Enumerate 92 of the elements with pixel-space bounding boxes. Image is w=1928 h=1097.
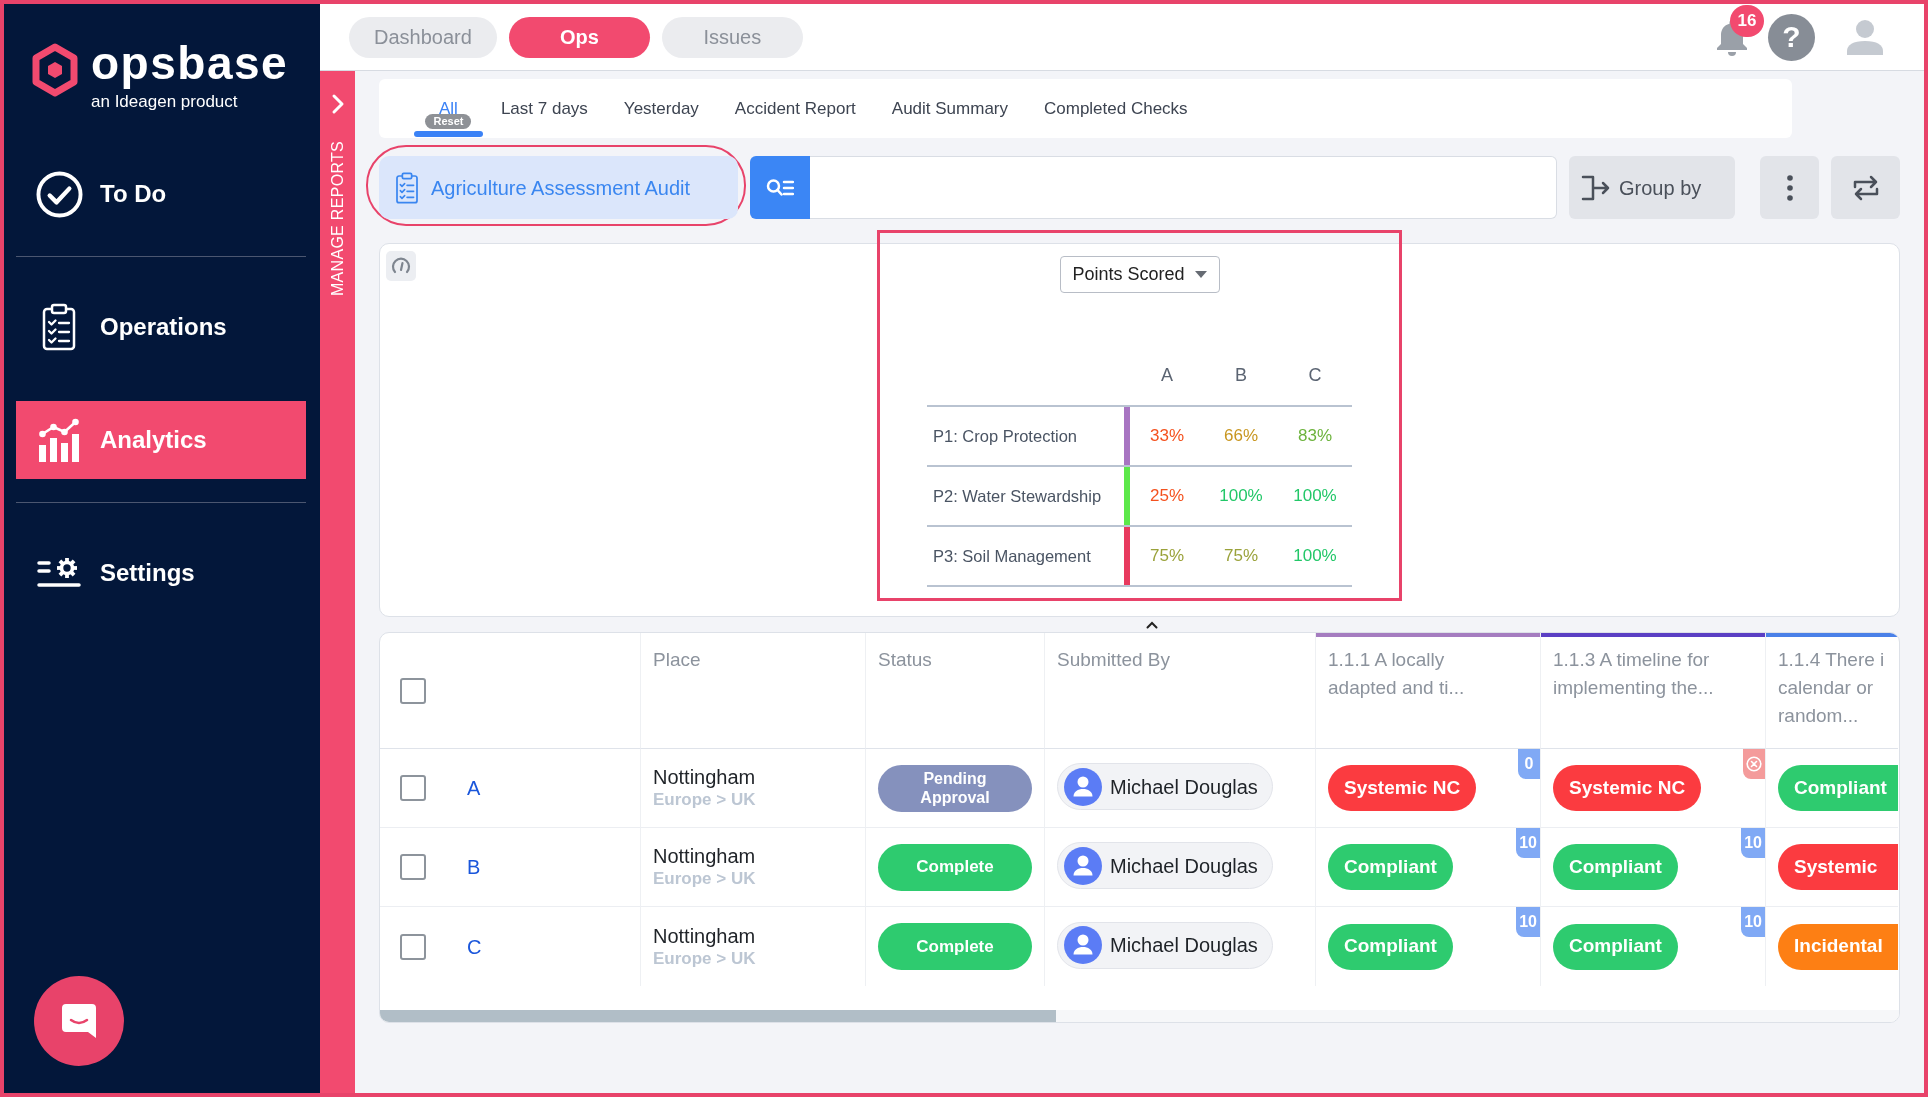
column-header: Status — [866, 633, 1045, 749]
chevron-right-icon[interactable] — [330, 93, 345, 115]
column-label: A — [1130, 345, 1204, 406]
status-badge: Complete — [878, 843, 1032, 891]
column-header: 1.1.4 There i calendar or random... — [1766, 633, 1898, 749]
score-value: 100% — [1204, 466, 1278, 526]
nav-item[interactable]: Operations — [16, 288, 306, 366]
answer-badge: Compliant — [1778, 765, 1898, 811]
place-name: Nottingham — [653, 923, 757, 948]
score-value: 25% — [1130, 466, 1204, 526]
row-checkbox[interactable] — [400, 775, 426, 801]
record-link[interactable]: A — [467, 773, 481, 803]
answer-badge: Systemic NC — [1328, 765, 1477, 811]
kebab-menu-icon — [1786, 174, 1793, 201]
bar-chart-icon — [37, 418, 81, 462]
gauge-icon[interactable] — [386, 251, 416, 281]
nav-item[interactable]: Analytics — [16, 401, 306, 479]
caret-down-icon — [1194, 271, 1207, 278]
user-name: Michael Douglas — [1110, 933, 1258, 959]
check-circle-icon — [35, 170, 83, 218]
swap-arrows-icon — [1851, 174, 1880, 201]
close-circle-icon — [1746, 756, 1762, 772]
record-link[interactable]: C — [467, 931, 482, 962]
count-flag: 10 — [1516, 828, 1540, 858]
answer-badge: Systemic — [1778, 844, 1898, 890]
score-value: 75% — [1130, 526, 1204, 586]
count-flag: 10 — [1741, 907, 1765, 937]
status-badge: Pending Approval — [878, 764, 1032, 812]
place-name: Nottingham — [653, 765, 757, 789]
score-value: 75% — [1204, 526, 1278, 586]
column-header: 1.1.3 A timeline for implementing the... — [1541, 633, 1766, 749]
status-badge: Complete — [878, 923, 1032, 970]
count-flag: 0 — [1518, 749, 1540, 779]
score-value: 100% — [1278, 466, 1352, 526]
scrollbar-thumb[interactable] — [380, 1010, 1056, 1022]
record-link[interactable]: B — [467, 852, 481, 882]
answer-badge: Systemic NC — [1553, 765, 1702, 811]
row-checkbox[interactable] — [400, 933, 426, 960]
settings-icon — [37, 558, 81, 588]
place-path: Europe > UK — [653, 868, 757, 890]
search-button[interactable] — [750, 156, 810, 219]
select-all-checkbox[interactable] — [400, 677, 426, 704]
column-header: 1.1.1 A locally adapted and ti... — [1316, 633, 1541, 749]
count-flag: 10 — [1741, 828, 1765, 858]
filter-tab[interactable]: Completed Checks — [1026, 79, 1206, 138]
metric-dropdown[interactable]: Points Scored — [1059, 256, 1220, 293]
group-by-icon — [1581, 173, 1611, 202]
more-options-button[interactable] — [1760, 156, 1819, 219]
swap-button[interactable] — [1831, 156, 1900, 219]
collapse-caret-icon[interactable] — [1145, 620, 1158, 629]
search-list-icon — [766, 177, 794, 198]
score-value: 83% — [1278, 406, 1352, 466]
answer-badge: Incidental — [1778, 923, 1898, 970]
notification-badge: 16 — [1730, 5, 1764, 37]
avatar-icon — [1064, 767, 1102, 806]
chat-bubble-icon — [59, 1001, 99, 1041]
answer-badge: Compliant — [1553, 844, 1678, 890]
answer-badge: Compliant — [1328, 844, 1453, 890]
score-value: 33% — [1130, 406, 1204, 466]
column-header: Place — [641, 633, 866, 749]
place-name: Nottingham — [653, 844, 757, 868]
score-value: 100% — [1278, 526, 1352, 586]
count-flag: 10 — [1516, 907, 1540, 937]
column-header: Submitted By — [1045, 633, 1316, 749]
score-value: 66% — [1204, 406, 1278, 466]
manage-reports-label[interactable]: MANAGE REPORTS — [325, 141, 350, 297]
place-path: Europe > UK — [653, 947, 757, 970]
place-path: Europe > UK — [653, 789, 757, 811]
filter-tab[interactable]: Audit Summary — [873, 79, 1026, 138]
column-label: B — [1204, 345, 1278, 406]
clipboard-icon — [395, 171, 419, 204]
filter-tab[interactable]: Yesterday — [605, 79, 717, 138]
row-checkbox[interactable] — [400, 854, 426, 880]
answer-badge: Compliant — [1328, 923, 1453, 970]
column-label: C — [1278, 345, 1352, 406]
help-button[interactable]: ? — [1768, 13, 1815, 61]
avatar-icon — [1064, 846, 1102, 885]
filter-tab[interactable]: Accident Report — [716, 79, 874, 138]
search-field[interactable] — [810, 156, 1557, 219]
group-by-button[interactable]: Group by — [1569, 156, 1735, 219]
answer-badge: Compliant — [1553, 923, 1678, 970]
user-name: Michael Douglas — [1110, 774, 1258, 800]
hexagon-logo-icon — [31, 43, 79, 97]
nav-item[interactable]: To Do — [16, 155, 306, 233]
user-name: Michael Douglas — [1110, 853, 1258, 879]
nav-tab[interactable]: Ops — [508, 16, 650, 58]
avatar-icon — [1064, 926, 1102, 965]
nav-item[interactable]: Settings — [16, 534, 306, 612]
user-avatar-icon[interactable] — [1845, 19, 1885, 55]
clipboard-icon — [42, 303, 76, 351]
logo-tagline: an Ideagen product — [91, 92, 239, 112]
filter-tab[interactable]: Last 7 days — [482, 79, 606, 138]
